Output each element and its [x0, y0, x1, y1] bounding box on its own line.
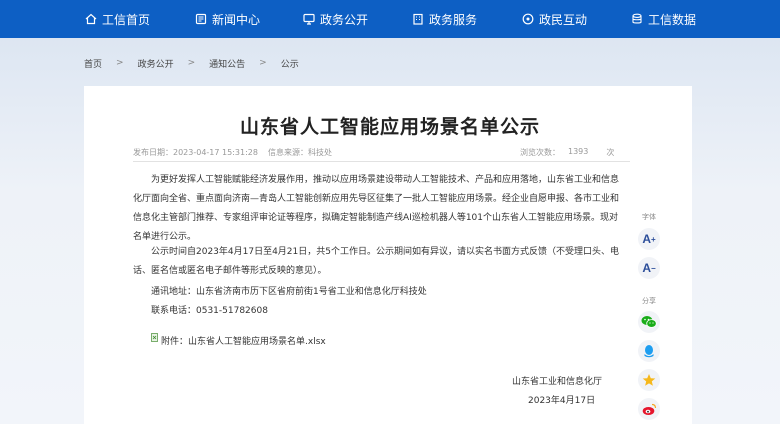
plus-icon: +: [651, 234, 656, 244]
breadcrumb-separator: >: [116, 58, 124, 68]
nav-item-label: 政务服务: [429, 12, 478, 27]
views-unit: 次: [606, 148, 615, 157]
nav-item-home[interactable]: 工信首页: [85, 0, 150, 38]
nav-item-gov-open[interactable]: 政务公开: [303, 0, 368, 38]
publish-date: 发布日期：2023-04-17 15:31:28: [133, 148, 258, 157]
weibo-icon: [642, 403, 656, 415]
qq-icon: [644, 345, 654, 358]
views-value: 1393: [568, 147, 589, 156]
contact-address: 通讯地址：山东省济南市历下区省府前街1号省工业和信息化厅科技处: [151, 287, 427, 297]
monitor-icon: [303, 13, 315, 25]
share-qq-button[interactable]: [638, 340, 660, 362]
nav-item-label: 政务公开: [320, 12, 369, 27]
file-icon: [151, 333, 158, 342]
top-nav: 工信首页 新闻中心 政务公开 政务服务 政民互动 工信数据: [0, 0, 780, 38]
info-source: 信息来源：科技处: [267, 148, 332, 157]
breadcrumb-gov-open[interactable]: 政务公开: [138, 57, 174, 70]
share-qzone-button[interactable]: [638, 369, 660, 391]
attachment-label: 附件：山东省人工智能应用场景名单.xlsx: [161, 337, 326, 347]
signer-org: 山东省工业和信息化厅: [512, 377, 603, 387]
view-count: 浏览次数： 1393 次: [520, 147, 614, 158]
breadcrumb-publicity[interactable]: 公示: [281, 57, 299, 70]
article-paragraph-1: 为更好发挥人工智能赋能经济发展作用，推动以应用场景建设带动人工智能技术、产品和应…: [133, 175, 620, 242]
building-icon: [413, 13, 423, 25]
nav-item-news[interactable]: 新闻中心: [195, 0, 260, 38]
views-label: 浏览次数：: [520, 148, 560, 157]
article-title: 山东省人工智能应用场景名单公示: [239, 116, 540, 138]
nav-item-label: 工信数据: [648, 12, 697, 27]
nav-item-interaction[interactable]: 政民互动: [522, 0, 587, 38]
news-icon: [195, 13, 207, 25]
nav-item-data[interactable]: 工信数据: [631, 0, 696, 38]
star-icon: [642, 374, 656, 386]
attachment-link[interactable]: 附件：山东省人工智能应用场景名单.xlsx: [151, 333, 326, 347]
signer-date: 2023年4月17日: [528, 396, 596, 406]
nav-item-label: 工信首页: [102, 12, 151, 27]
share-wechat-button[interactable]: [638, 311, 660, 333]
font-increase-glyph: A: [642, 232, 651, 246]
nav-item-label: 新闻中心: [212, 12, 261, 27]
meta-divider: [133, 161, 630, 162]
database-icon: [632, 13, 642, 24]
contact-phone: 联系电话：0531-51782608: [151, 306, 268, 316]
breadcrumb: 首页 > 政务公开 > 通知公告 > 公示: [84, 56, 299, 70]
share-weibo-button[interactable]: [638, 398, 660, 420]
nav-item-label: 政民互动: [539, 12, 588, 27]
home-icon: [85, 13, 97, 25]
breadcrumb-separator: >: [259, 58, 267, 68]
breadcrumb-separator: >: [187, 58, 196, 68]
chat-icon: [522, 13, 534, 25]
article-paragraph-2: 公示时间自2023年4月17日至4月21日，共5个工作日。公示期间如有异议，请以…: [133, 247, 619, 276]
minus-icon: −: [651, 263, 656, 273]
breadcrumb-home[interactable]: 首页: [84, 57, 102, 70]
article-meta: 发布日期：2023-04-17 15:31:28 信息来源：科技处: [133, 147, 332, 158]
font-decrease-button[interactable]: A −: [638, 257, 660, 279]
font-decrease-glyph: A: [642, 261, 651, 275]
wechat-icon: [641, 316, 657, 328]
nav-item-gov-service[interactable]: 政务服务: [412, 0, 477, 38]
share-label: 分享: [642, 297, 656, 305]
breadcrumb-notices[interactable]: 通知公告: [209, 57, 245, 70]
font-size-label: 字体: [642, 213, 656, 221]
font-increase-button[interactable]: A +: [638, 228, 660, 250]
